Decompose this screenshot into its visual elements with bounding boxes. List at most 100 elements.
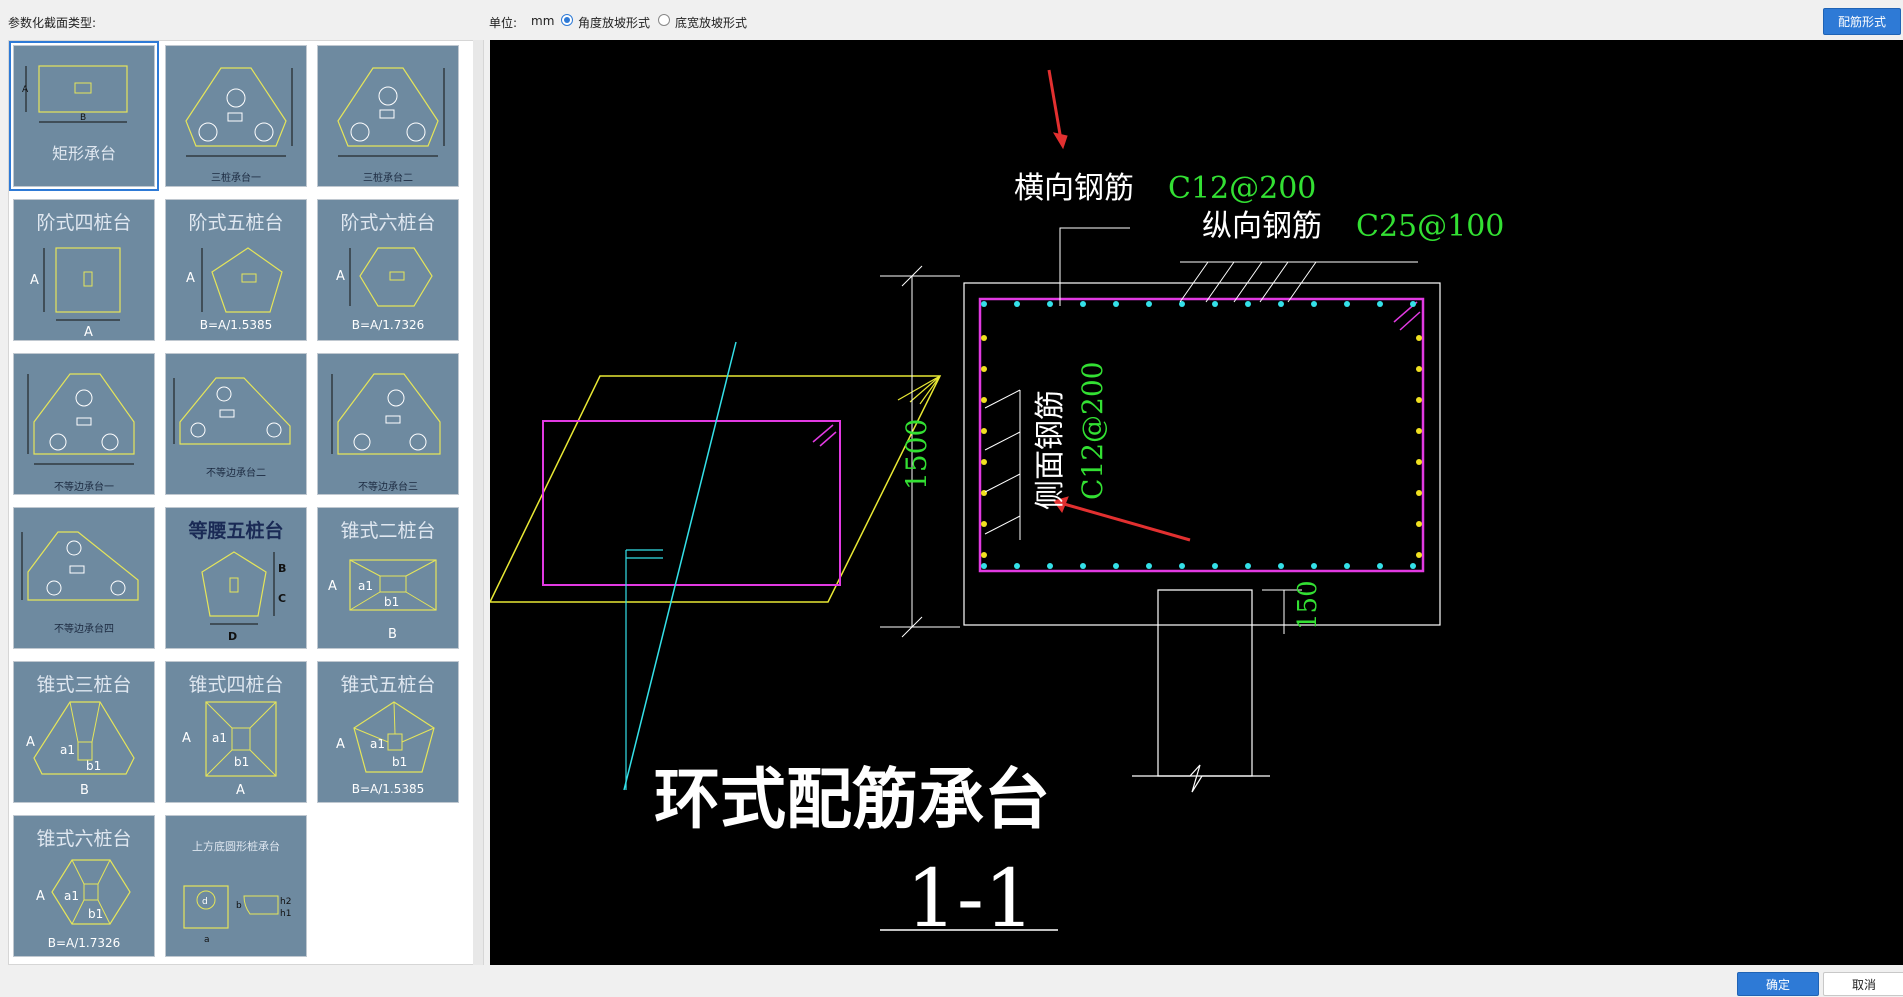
longitudinal-rebar-label: 纵向钢筋 xyxy=(1202,209,1322,244)
cone-five-pile-icon: Aa1 b1 xyxy=(336,701,435,773)
svg-text:A: A xyxy=(336,737,345,752)
svg-text:b: b xyxy=(236,901,242,911)
svg-text:A: A xyxy=(30,273,39,288)
svg-text:D: D xyxy=(228,630,237,643)
tile-cone-two[interactable]: 锥式二桩台 Aa1 b1 B xyxy=(317,507,459,649)
cancel-button[interactable]: 取消 xyxy=(1823,972,1903,996)
rebar-dot xyxy=(1416,459,1422,465)
tile-subtitle: 不等边承台一 xyxy=(54,482,114,493)
step-four-pile-icon: AA xyxy=(30,247,121,340)
rebar-dot xyxy=(981,301,987,307)
svg-text:A: A xyxy=(36,889,45,904)
cone-three-pile-icon: Aa1 b1 B xyxy=(26,701,135,798)
tile-subtitle: 不等边承台四 xyxy=(54,624,114,635)
tile-step-five-pile[interactable]: 阶式五桩台 A B=A/1.5385 xyxy=(165,199,307,341)
svg-text:A: A xyxy=(84,325,93,340)
svg-text:h2: h2 xyxy=(280,897,291,907)
svg-text:A: A xyxy=(22,85,29,95)
top-toolbar: 参数化截面类型: 单位: mm 角度放坡形式 底宽放坡形式 配筋形式 xyxy=(0,0,1903,40)
tile-formula: B=A/1.7326 xyxy=(47,936,121,950)
rebar-dot xyxy=(1080,301,1086,307)
tile-unequal-2[interactable]: 不等边承台二 xyxy=(165,353,307,495)
svg-text:A: A xyxy=(186,271,195,286)
tile-rect-cap[interactable]: AB 矩形承台 xyxy=(9,41,159,191)
tile-subtitle: 三桩承台二 xyxy=(363,173,413,184)
rebar-dot xyxy=(1344,563,1350,569)
rebar-dot xyxy=(1416,490,1422,496)
dim-cover: 150 xyxy=(1293,580,1323,630)
svg-text:a1: a1 xyxy=(358,579,373,593)
rebar-dot xyxy=(981,428,987,434)
tile-cone-four[interactable]: 锥式四桩台 Aa1 b1 A xyxy=(165,661,307,803)
transverse-rebar-label: 横向钢筋 xyxy=(1014,171,1134,206)
unequal-cap-icon xyxy=(331,373,441,455)
svg-text:A: A xyxy=(336,269,345,284)
three-pile-cap-icon xyxy=(337,67,445,157)
rebar-dot xyxy=(1212,301,1218,307)
round-pile-cap-icon: d b h2 h1 a xyxy=(183,885,291,945)
tile-unequal-1[interactable]: 不等边承台一 xyxy=(13,353,155,495)
tile-subtitle: 不等边承台二 xyxy=(206,468,266,479)
rebar-dot xyxy=(1179,563,1185,569)
unit-value: mm xyxy=(531,14,555,28)
rebar-dot xyxy=(1014,563,1020,569)
svg-text:B: B xyxy=(388,627,397,642)
tile-cone-six[interactable]: 锥式六桩台 Aa1 b1 B=A/1.7326 xyxy=(13,815,155,957)
cone-six-pile-icon: Aa1 b1 xyxy=(36,859,131,925)
tile-step-four-pile[interactable]: 阶式四桩台 AA xyxy=(13,199,155,341)
cad-preview-canvas: 横向钢筋 C12@200 纵向钢筋 C25@100 侧面钢筋 C12@200 1… xyxy=(490,40,1903,965)
rebar-dot xyxy=(1410,301,1416,307)
svg-text:a1: a1 xyxy=(64,889,79,903)
tile-unequal-4[interactable]: 不等边承台四 xyxy=(13,507,155,649)
cone-two-pile-icon: Aa1 b1 B xyxy=(328,559,437,642)
rebar-dot xyxy=(1080,563,1086,569)
tile-isosceles-five[interactable]: 等腰五桩台 B C D xyxy=(165,507,307,649)
rebar-dot xyxy=(1245,563,1251,569)
svg-text:B: B xyxy=(80,783,89,798)
rebar-dot xyxy=(1212,563,1218,569)
rebar-dot xyxy=(1278,301,1284,307)
tile-unequal-3[interactable]: 不等边承台三 xyxy=(317,353,459,495)
svg-text:b1: b1 xyxy=(392,755,407,769)
unequal-cap-icon xyxy=(27,373,135,465)
side-rebar-label: 侧面钢筋 xyxy=(1033,390,1068,510)
tile-subtitle: 三桩承台一 xyxy=(211,173,261,184)
tile-step-six-pile[interactable]: 阶式六桩台 A B=A/1.7326 xyxy=(317,199,459,341)
left-panel-scrollbar[interactable] xyxy=(473,40,483,965)
svg-text:A: A xyxy=(182,731,191,746)
svg-text:A: A xyxy=(328,579,337,594)
radio-angle-slope[interactable] xyxy=(561,14,573,26)
section-type-label: 参数化截面类型: xyxy=(8,16,97,30)
rebar-dot xyxy=(1344,301,1350,307)
tile-round-pile[interactable]: 上方底圆形桩承台 db h2 h1 a xyxy=(165,815,307,957)
pile-outline xyxy=(1157,589,1253,777)
radio-width-slope[interactable] xyxy=(658,14,670,26)
section-type-panel: AB 矩形承台 三桩承台一 三桩承台二 阶式四桩台 A A 阶式五桩台 A B=… xyxy=(8,40,484,965)
tile-three-pile-1[interactable]: 三桩承台一 xyxy=(165,45,307,187)
rebar-form-button[interactable]: 配筋形式 xyxy=(1823,8,1901,35)
rebar-dot xyxy=(981,552,987,558)
rebar-dot xyxy=(1377,301,1383,307)
tile-formula: B=A/1.5385 xyxy=(199,318,273,332)
tile-cone-three[interactable]: 锥式三桩台 Aa1 b1 B xyxy=(13,661,155,803)
option-width-label[interactable]: 底宽放坡形式 xyxy=(675,14,747,31)
rebar-plan-outline xyxy=(542,420,841,586)
transverse-rebar-value: C12@200 xyxy=(1168,171,1316,206)
longitudinal-rebar-value: C25@100 xyxy=(1356,209,1504,244)
svg-text:A: A xyxy=(26,735,35,750)
tile-cone-five[interactable]: 锥式五桩台 Aa1 b1 B=A/1.5385 xyxy=(317,661,459,803)
rebar-dot xyxy=(1311,563,1317,569)
ok-button[interactable]: 确定 xyxy=(1737,972,1819,996)
rebar-dot xyxy=(1311,301,1317,307)
tile-three-pile-2[interactable]: 三桩承台二 xyxy=(317,45,459,187)
rebar-dot xyxy=(1278,563,1284,569)
rebar-dot xyxy=(1377,563,1383,569)
svg-text:b1: b1 xyxy=(88,907,103,921)
svg-text:B: B xyxy=(80,113,86,123)
svg-text:a1: a1 xyxy=(212,731,227,745)
rebar-dot xyxy=(1416,397,1422,403)
rebar-dot xyxy=(1113,563,1119,569)
dialog-footer: 确定 取消 xyxy=(0,965,1903,997)
option-angle-label[interactable]: 角度放坡形式 xyxy=(578,14,650,31)
rebar-dot xyxy=(1410,563,1416,569)
